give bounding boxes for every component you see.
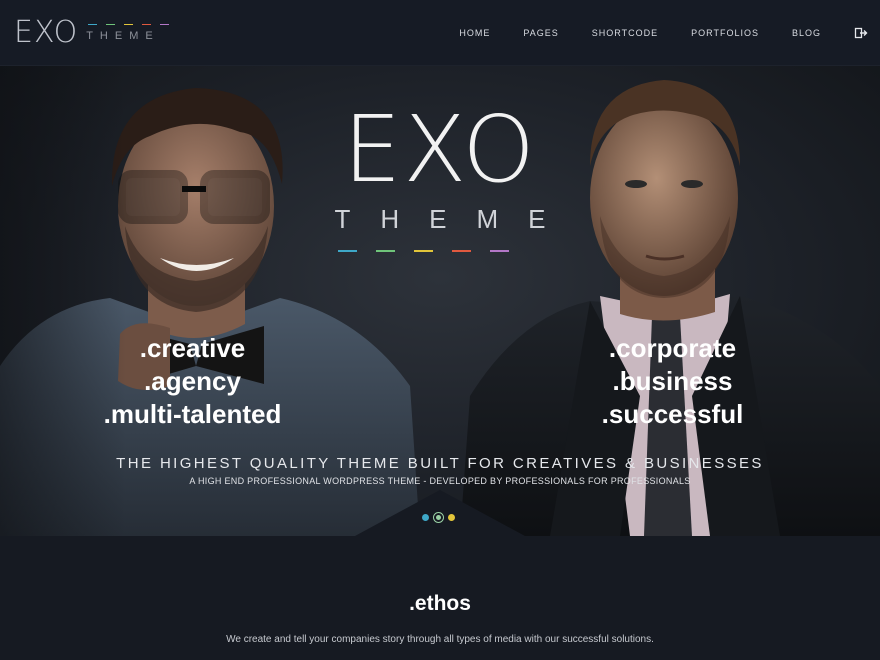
hero-color-bars <box>338 250 509 252</box>
logo-bar <box>142 24 151 25</box>
logo-bar <box>160 24 169 25</box>
hero-bar <box>414 250 433 252</box>
hero-logo-main: EXO <box>343 96 537 203</box>
logo-sub-text: THEME <box>86 30 160 42</box>
corporate-tags: .corporate .business .successful <box>600 332 745 431</box>
nav-item-shortcode[interactable]: SHORTCODE <box>592 28 658 38</box>
site-logo[interactable]: EXO THEME <box>14 18 160 48</box>
slider-dots <box>422 512 455 523</box>
hero-headline: THE HIGHEST QUALITY THEME BUILT FOR CREA… <box>116 455 764 472</box>
logo-bar <box>88 24 97 25</box>
hero-logo-sub: THEME <box>334 204 576 234</box>
hero-bar <box>490 250 509 252</box>
ethos-text: We create and tell your companies story … <box>226 634 654 645</box>
tag-successful: .successful <box>601 399 744 429</box>
ethos-section: .ethos We create and tell your companies… <box>0 536 880 660</box>
hero-banner: EXO THEME .creative .agency .multi-talen… <box>0 66 880 536</box>
slider-dot[interactable] <box>448 514 455 521</box>
hero-bar <box>452 250 471 252</box>
logo-bar <box>124 24 133 25</box>
site-header: EXO THEME HOME PAGES SHORTCODE PORTFOLIO… <box>0 0 880 66</box>
logo-bar <box>106 24 115 25</box>
nav-item-blog[interactable]: BLOG <box>792 28 821 38</box>
tag-corporate: .corporate <box>608 333 737 363</box>
sign-out-icon[interactable] <box>854 26 868 40</box>
logo-main-text: EXO <box>14 15 79 50</box>
nav-item-home[interactable]: HOME <box>459 28 490 38</box>
tag-agency: .agency <box>144 366 241 396</box>
hero-bar <box>376 250 395 252</box>
hero-subline: A HIGH END PROFESSIONAL WORDPRESS THEME … <box>189 476 691 486</box>
nav-item-pages[interactable]: PAGES <box>523 28 558 38</box>
logo-color-bars <box>88 24 169 25</box>
nav-item-portfolios[interactable]: PORTFOLIOS <box>691 28 759 38</box>
hero-logo: EXO THEME <box>0 100 880 235</box>
main-nav: HOME PAGES SHORTCODE PORTFOLIOS BLOG <box>459 0 880 66</box>
creative-tags: .creative .agency .multi-talented <box>100 332 285 431</box>
slider-dot[interactable] <box>422 514 429 521</box>
hero-bar <box>338 250 357 252</box>
slider-dot-active[interactable] <box>433 512 444 523</box>
tag-business: .business <box>612 366 733 396</box>
ethos-title: .ethos <box>409 592 471 615</box>
tag-creative: .creative <box>139 333 246 363</box>
tag-multi-talented: .multi-talented <box>103 399 282 429</box>
